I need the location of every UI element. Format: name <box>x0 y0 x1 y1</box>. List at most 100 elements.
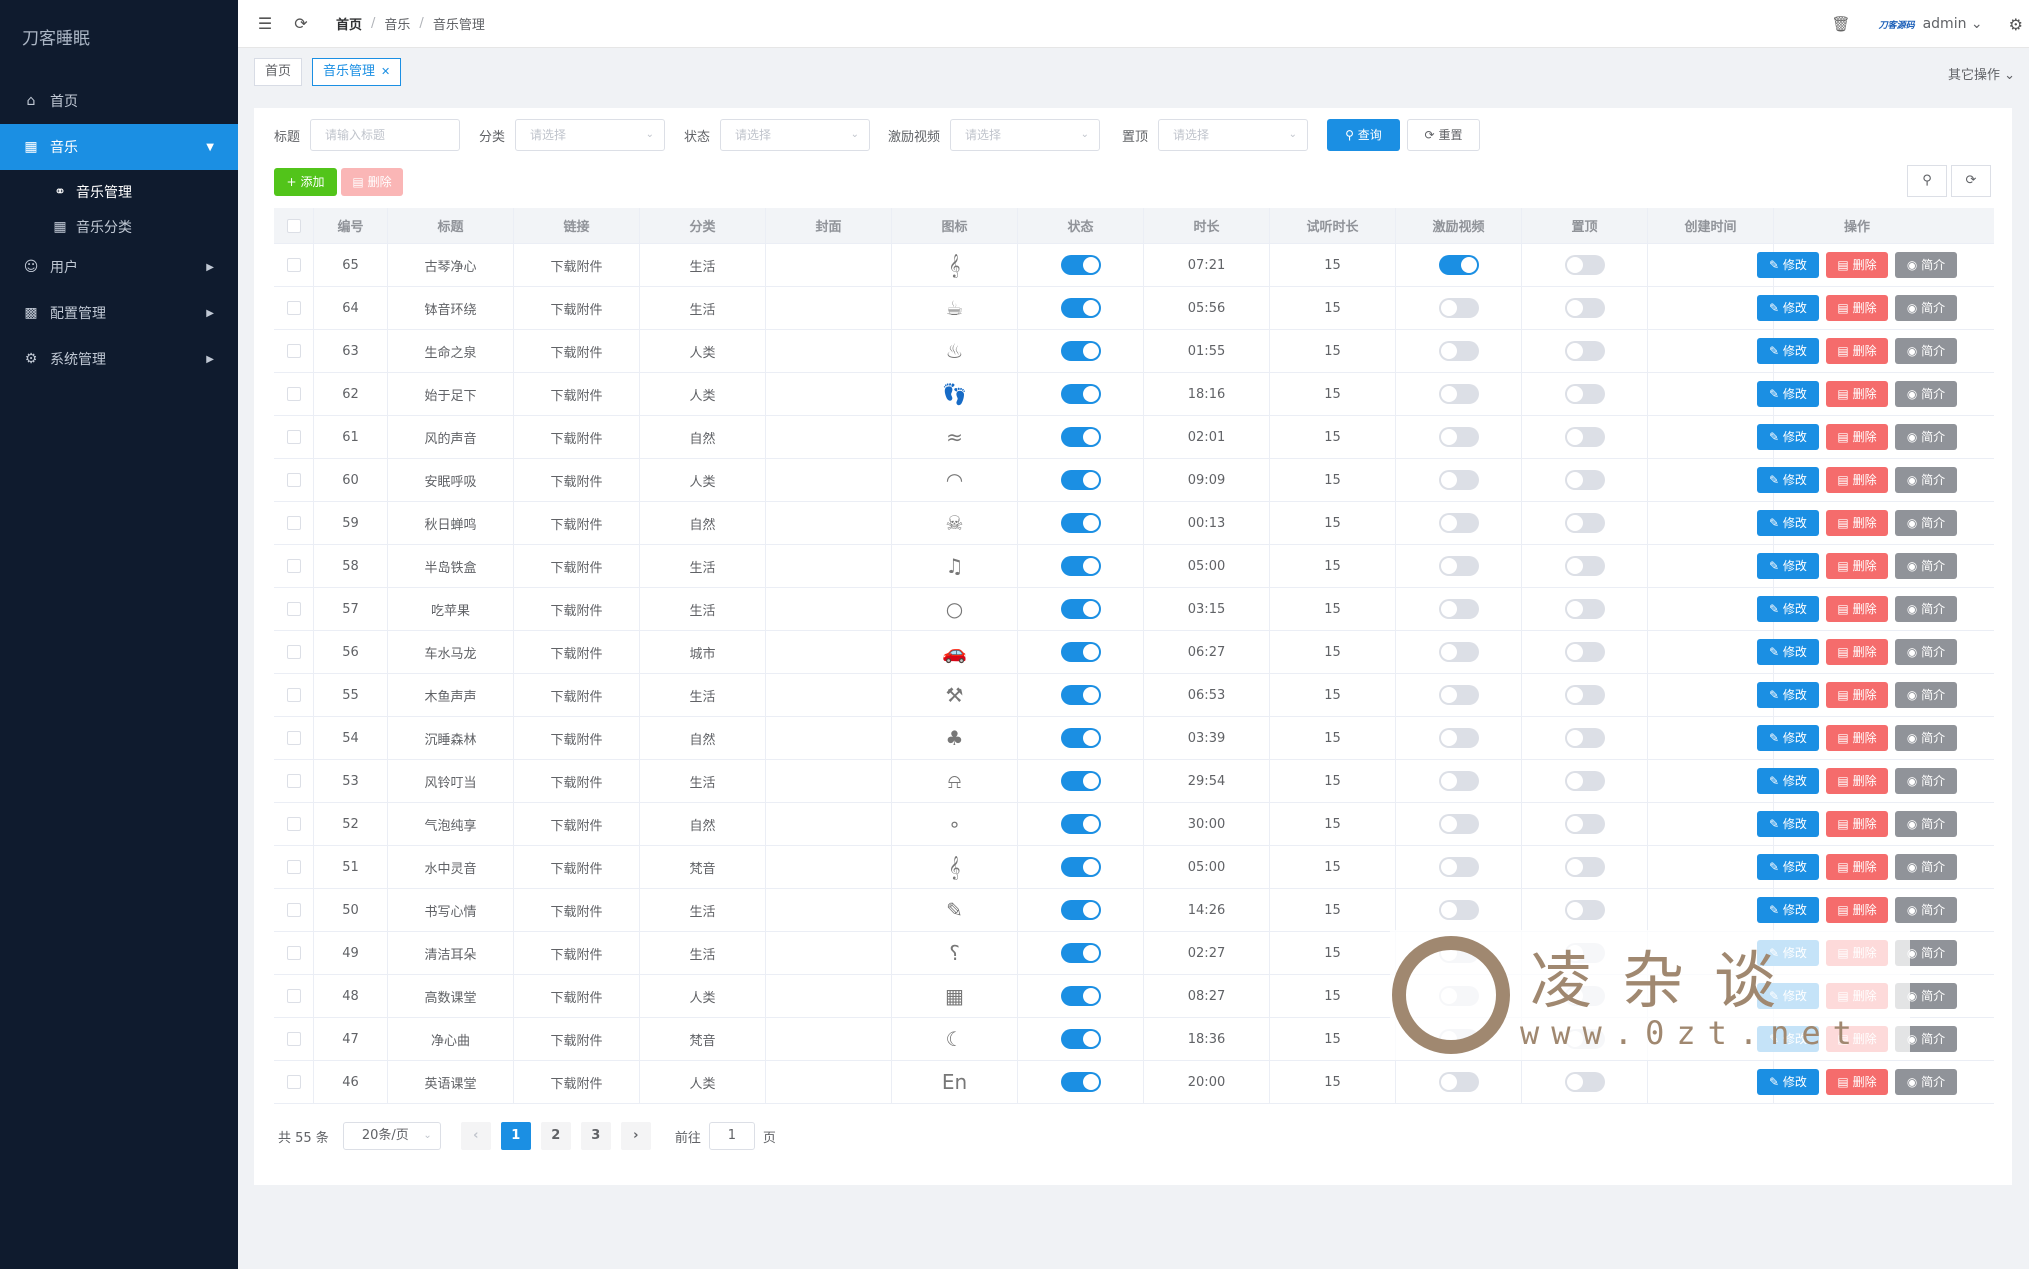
info-button[interactable]: ◉ 简介 <box>1895 467 1957 493</box>
next-page-button[interactable]: › <box>620 1122 651 1150</box>
download-link[interactable]: 下载附件 <box>514 502 640 544</box>
status-toggle[interactable] <box>1060 298 1101 318</box>
row-checkbox[interactable] <box>286 645 301 659</box>
page-button[interactable]: 2 <box>540 1122 571 1150</box>
row-checkbox[interactable] <box>286 903 301 917</box>
info-button[interactable]: ◉ 简介 <box>1895 338 1957 364</box>
top-toggle[interactable] <box>1564 642 1605 662</box>
download-link[interactable]: 下载附件 <box>514 975 640 1017</box>
top-toggle[interactable] <box>1564 814 1605 834</box>
row-checkbox[interactable] <box>286 946 301 960</box>
info-button[interactable]: ◉ 简介 <box>1895 897 1957 923</box>
info-button[interactable]: ◉ 简介 <box>1895 596 1957 622</box>
top-toggle[interactable] <box>1564 427 1605 447</box>
delete-button[interactable]: ▤ 删除 <box>1826 510 1888 536</box>
video-toggle[interactable] <box>1438 298 1479 318</box>
edit-button[interactable]: ✎ 修改 <box>1757 725 1819 751</box>
download-link[interactable]: 下载附件 <box>514 416 640 458</box>
info-button[interactable]: ◉ 简介 <box>1895 510 1957 536</box>
info-button[interactable]: ◉ 简介 <box>1895 639 1957 665</box>
video-toggle[interactable] <box>1438 513 1479 533</box>
sidebar-item-music-category[interactable]: ▦ 音乐分类 <box>0 209 238 244</box>
breadcrumb-item[interactable]: 音乐 <box>384 14 410 33</box>
status-toggle[interactable] <box>1060 771 1101 791</box>
video-toggle[interactable] <box>1438 857 1479 877</box>
delete-button[interactable]: ▤ 删除 <box>1826 682 1888 708</box>
top-toggle[interactable] <box>1564 599 1605 619</box>
edit-button[interactable]: ✎ 修改 <box>1757 768 1819 794</box>
row-checkbox[interactable] <box>286 989 301 1003</box>
row-checkbox[interactable] <box>286 731 301 745</box>
info-button[interactable]: ◉ 简介 <box>1895 682 1957 708</box>
reset-button[interactable]: ⟳ 重置 <box>1407 119 1480 151</box>
download-link[interactable]: 下载附件 <box>514 803 640 845</box>
top-toggle[interactable] <box>1564 255 1605 275</box>
sidebar-item-system[interactable]: ⚙ 系统管理 ▶ <box>0 336 238 382</box>
download-link[interactable]: 下载附件 <box>514 932 640 974</box>
trash-icon[interactable]: 🗑 <box>1832 15 1851 33</box>
user-menu[interactable]: admin ⌄ <box>1923 16 1983 32</box>
top-select[interactable]: 请选择 ⌄ <box>1158 119 1309 151</box>
delete-button[interactable]: ▤ 删除 <box>1826 424 1888 450</box>
page-jump-input[interactable]: 1 <box>708 1122 755 1150</box>
download-link[interactable]: 下载附件 <box>514 373 640 415</box>
download-link[interactable]: 下载附件 <box>514 588 640 630</box>
video-toggle[interactable] <box>1438 384 1479 404</box>
info-button[interactable]: ◉ 简介 <box>1895 424 1957 450</box>
download-link[interactable]: 下载附件 <box>514 1061 640 1103</box>
download-link[interactable]: 下载附件 <box>514 674 640 716</box>
edit-button[interactable]: ✎ 修改 <box>1757 897 1819 923</box>
status-toggle[interactable] <box>1060 1072 1101 1092</box>
row-checkbox[interactable] <box>286 1032 301 1046</box>
video-toggle[interactable] <box>1438 814 1479 834</box>
video-toggle[interactable] <box>1438 341 1479 361</box>
video-toggle[interactable] <box>1438 1072 1479 1092</box>
menu-fold-icon[interactable]: ☰ <box>256 14 274 33</box>
download-link[interactable]: 下载附件 <box>514 287 640 329</box>
status-toggle[interactable] <box>1060 857 1101 877</box>
sidebar-item-music[interactable]: ▦ 音乐 ▼ <box>0 124 238 170</box>
status-toggle[interactable] <box>1060 556 1101 576</box>
page-size-select[interactable]: 20条/页 ⌄ <box>342 1122 441 1150</box>
delete-button[interactable]: ▤ 删除 <box>1826 596 1888 622</box>
video-toggle[interactable] <box>1438 255 1479 275</box>
info-button[interactable]: ◉ 简介 <box>1895 854 1957 880</box>
download-link[interactable]: 下载附件 <box>514 717 640 759</box>
info-button[interactable]: ◉ 简介 <box>1895 252 1957 278</box>
edit-button[interactable]: ✎ 修改 <box>1757 553 1819 579</box>
video-toggle[interactable] <box>1438 728 1479 748</box>
info-button[interactable]: ◉ 简介 <box>1895 295 1957 321</box>
status-toggle[interactable] <box>1060 900 1101 920</box>
sidebar-item-home[interactable]: ⌂ 首页 <box>0 78 238 124</box>
row-checkbox[interactable] <box>286 774 301 788</box>
prev-page-button[interactable]: ‹ <box>460 1122 491 1150</box>
edit-button[interactable]: ✎ 修改 <box>1757 467 1819 493</box>
delete-button[interactable]: ▤ 删除 <box>1826 295 1888 321</box>
video-toggle[interactable] <box>1438 470 1479 490</box>
refresh-button[interactable]: ⟳ <box>1951 165 1991 197</box>
row-checkbox[interactable] <box>286 387 301 401</box>
row-checkbox[interactable] <box>286 559 301 573</box>
row-checkbox[interactable] <box>286 1075 301 1089</box>
top-toggle[interactable] <box>1564 857 1605 877</box>
status-toggle[interactable] <box>1060 642 1101 662</box>
top-toggle[interactable] <box>1564 513 1605 533</box>
tag-home[interactable]: 首页 <box>254 58 303 86</box>
title-input[interactable]: 请输入标题 <box>310 119 461 151</box>
row-checkbox[interactable] <box>286 602 301 616</box>
delete-button[interactable]: ▤ 删除 <box>1826 639 1888 665</box>
video-toggle[interactable] <box>1438 556 1479 576</box>
status-toggle[interactable] <box>1060 470 1101 490</box>
status-toggle[interactable] <box>1060 599 1101 619</box>
query-button[interactable]: ⚲ 查询 <box>1327 119 1400 151</box>
delete-button[interactable]: ▤ 删除 <box>1826 854 1888 880</box>
edit-button[interactable]: ✎ 修改 <box>1757 295 1819 321</box>
tag-music-manage[interactable]: 音乐管理 ✕ <box>312 58 402 86</box>
download-link[interactable]: 下载附件 <box>514 545 640 587</box>
top-toggle[interactable] <box>1564 384 1605 404</box>
sidebar-item-music-manage[interactable]: ⚭ 音乐管理 <box>0 174 238 209</box>
top-toggle[interactable] <box>1564 1072 1605 1092</box>
download-link[interactable]: 下载附件 <box>514 1018 640 1060</box>
top-toggle[interactable] <box>1564 771 1605 791</box>
row-checkbox[interactable] <box>286 516 301 530</box>
